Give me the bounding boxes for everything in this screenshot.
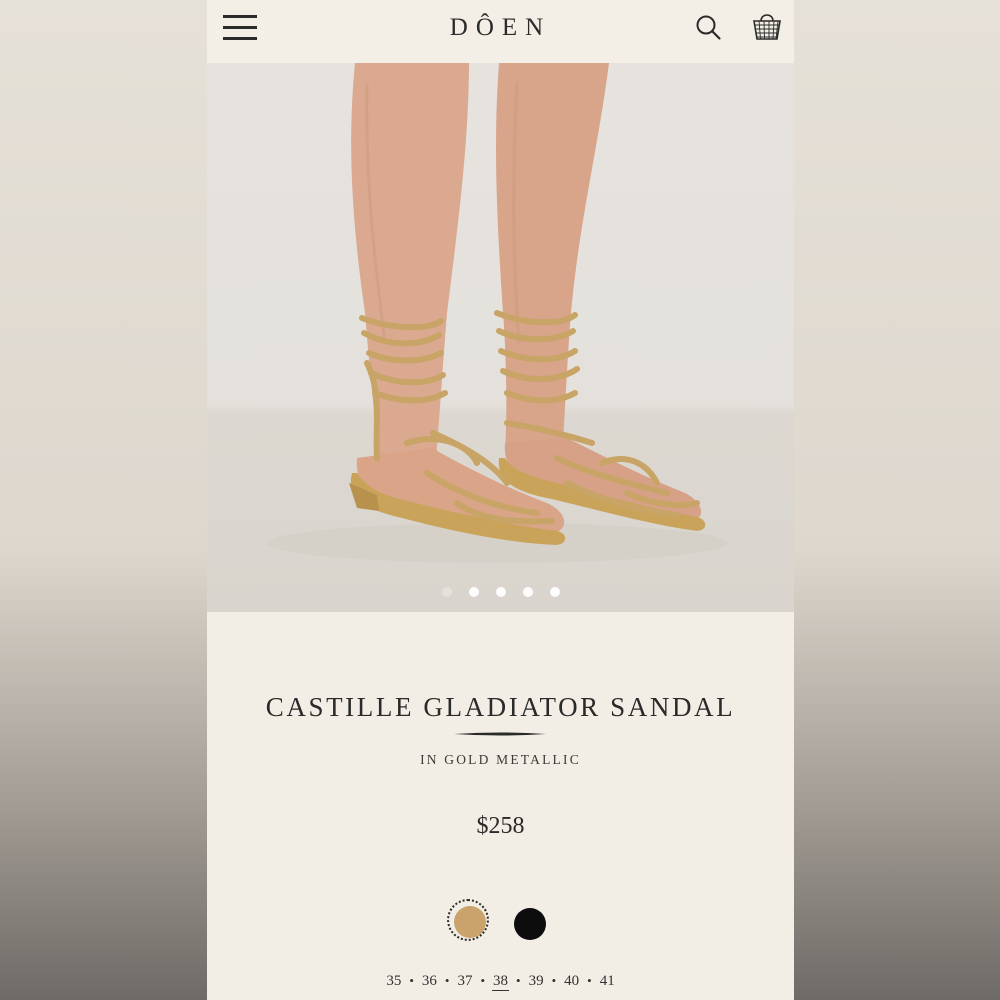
product-price: $258 <box>476 813 525 839</box>
size-option[interactable]: 39 <box>528 973 545 990</box>
size-separator: • <box>480 973 485 988</box>
left-backdrop <box>0 0 207 1000</box>
size-option[interactable]: 37 <box>456 973 473 990</box>
color-swatch-black[interactable] <box>514 908 546 940</box>
title-divider <box>454 732 546 736</box>
size-separator: • <box>551 973 557 988</box>
size-option[interactable]: 40 <box>563 973 580 990</box>
color-swatch-gold[interactable] <box>454 906 486 938</box>
size-option[interactable]: 36 <box>421 973 438 990</box>
carousel-dot[interactable] <box>549 587 560 597</box>
size-option[interactable]: 35 <box>385 973 402 990</box>
search-icon[interactable] <box>695 14 723 42</box>
right-backdrop <box>794 0 1000 1000</box>
product-page: DÔEN CASTILLE GLADIATOR SANDAL IN GOLD M… <box>207 0 794 1000</box>
basket-icon[interactable] <box>751 10 783 42</box>
product-image-carousel[interactable] <box>207 63 794 612</box>
product-photo <box>267 63 727 563</box>
carousel-dot[interactable] <box>468 587 479 597</box>
size-separator: • <box>444 973 450 988</box>
size-option-selected[interactable]: 38 <box>492 973 509 991</box>
carousel-dot[interactable] <box>522 587 533 597</box>
product-color-label: IN GOLD METALLIC <box>420 752 581 767</box>
carousel-dots <box>207 582 794 601</box>
product-title: CASTILLE GLADIATOR SANDAL <box>265 692 736 722</box>
carousel-dot[interactable] <box>441 587 452 597</box>
size-separator: • <box>516 973 521 988</box>
carousel-dot[interactable] <box>495 587 506 597</box>
site-header: DÔEN <box>207 0 794 63</box>
size-selector: 35 • 36 • 37 • 38 • 39 • 40 • 41 <box>207 973 794 991</box>
size-separator: • <box>587 973 592 988</box>
size-separator: • <box>409 973 414 988</box>
size-option[interactable]: 41 <box>599 973 616 990</box>
